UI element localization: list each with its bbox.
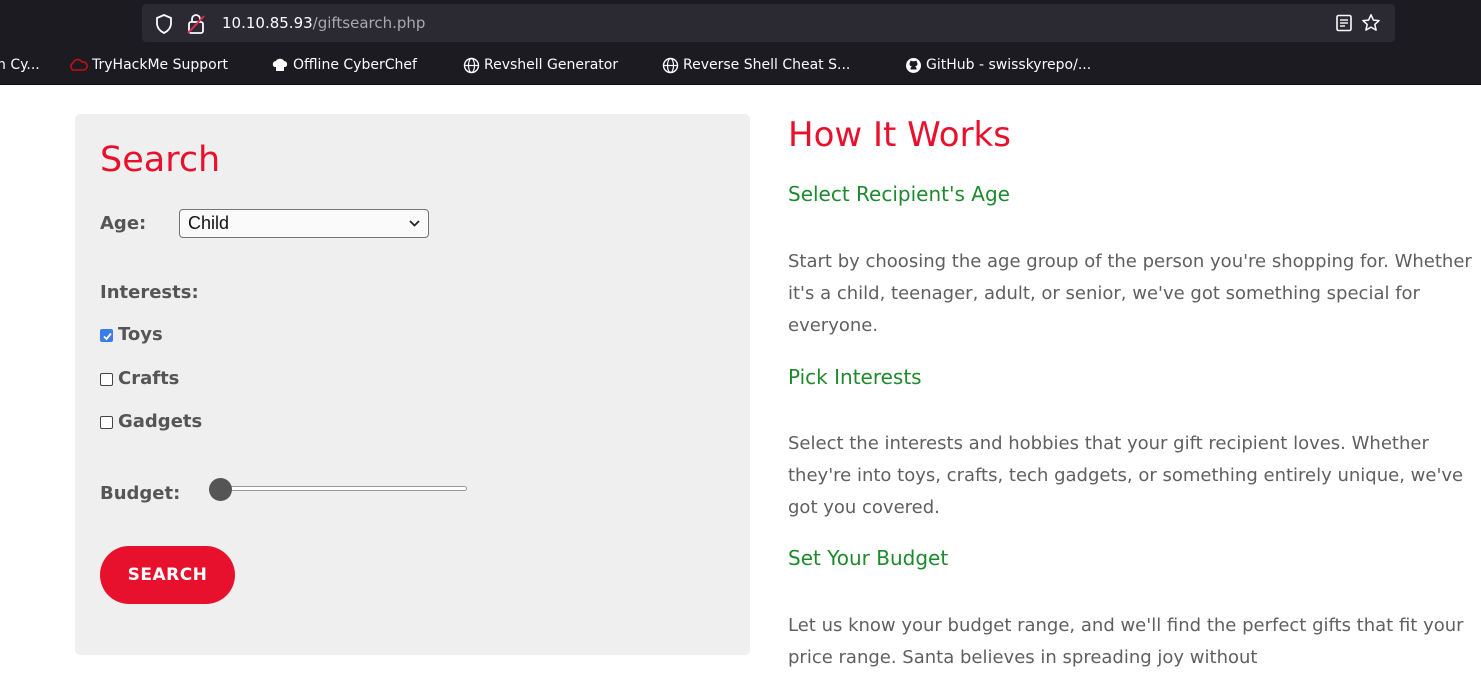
age-select[interactable]: Child: [179, 209, 429, 238]
bookmark-label: TryHackMe Support: [92, 57, 228, 73]
bookmark-label: n Cy...: [0, 57, 40, 73]
interest-option-toys[interactable]: Toys: [100, 324, 163, 346]
bookmark-tryhackme-support[interactable]: TryHackMe Support: [68, 56, 228, 74]
bookmark-github-swisskyrepo[interactable]: GitHub - swisskyrepo/...: [905, 56, 1091, 74]
insecure-lock-icon[interactable]: [186, 13, 206, 39]
globe-icon: [463, 57, 480, 73]
slider-track[interactable]: [215, 486, 467, 491]
step-text-age: Start by choosing the age group of the p…: [788, 251, 1472, 336]
interests-label: Interests:: [100, 282, 199, 303]
url-text[interactable]: 10.10.85.93/giftsearch.php: [222, 14, 425, 32]
bookmark-label: GitHub - swisskyrepo/...: [926, 57, 1092, 73]
browser-toolbar: 10.10.85.93/giftsearch.php: [0, 0, 1481, 46]
budget-label: Budget:: [100, 483, 181, 504]
bookmark-star-icon[interactable]: [1361, 13, 1381, 37]
slider-thumb[interactable]: [209, 478, 232, 501]
github-icon: [906, 57, 921, 73]
how-it-works-title: How It Works: [788, 115, 1011, 155]
bookmark-label: Offline CyberChef: [293, 57, 417, 73]
tracking-shield-icon[interactable]: [155, 14, 173, 38]
gadgets-checkbox[interactable]: [100, 415, 113, 429]
age-select-value: Child: [188, 213, 230, 233]
interest-option-crafts[interactable]: Crafts: [100, 368, 179, 390]
interest-option-gadgets[interactable]: Gadgets: [100, 411, 202, 433]
toys-checkbox[interactable]: [100, 328, 113, 342]
step-title-budget: Set Your Budget: [788, 546, 949, 570]
chef-hat-icon: [272, 58, 288, 71]
step-title-interests: Pick Interests: [788, 365, 922, 389]
toys-label: Toys: [118, 324, 163, 345]
chevron-down-icon: [409, 220, 420, 227]
step-text-interests: Select the interests and hobbies that yo…: [788, 433, 1464, 518]
url-host: 10.10.85.93: [222, 14, 313, 32]
budget-slider[interactable]: [209, 477, 467, 501]
crafts-checkbox[interactable]: [100, 372, 113, 386]
crafts-label: Crafts: [118, 368, 180, 389]
search-panel: Search Age: Child Interests: Toys Crafts…: [75, 114, 750, 655]
bookmark-label: Revshell Generator: [484, 57, 619, 73]
bookmark-reverse-shell-cheat-sheet[interactable]: Reverse Shell Cheat S...: [662, 56, 850, 74]
search-title: Search: [100, 140, 221, 180]
age-label: Age:: [100, 213, 147, 234]
bookmark-label: Reverse Shell Cheat S...: [683, 57, 851, 73]
bookmarks-toolbar: n Cy... TryHackMe Support Offline CyberC…: [0, 46, 1481, 85]
bookmark-item[interactable]: n Cy...: [0, 56, 40, 74]
bookmark-revshell-generator[interactable]: Revshell Generator: [463, 56, 618, 74]
bookmark-offline-cyberchef[interactable]: Offline CyberChef: [271, 56, 417, 74]
reader-view-icon[interactable]: [1335, 14, 1353, 36]
gadgets-label: Gadgets: [118, 411, 203, 432]
checkmark-icon: [103, 332, 112, 340]
step-text-budget: Let us know your budget range, and we'll…: [788, 615, 1464, 668]
search-button[interactable]: SEARCH: [100, 546, 235, 604]
tryhackme-cloud-icon: [70, 58, 88, 71]
address-bar[interactable]: 10.10.85.93/giftsearch.php: [142, 4, 1395, 42]
globe-icon: [662, 57, 679, 73]
url-path: /giftsearch.php: [312, 14, 426, 32]
step-title-age: Select Recipient's Age: [788, 182, 1010, 206]
